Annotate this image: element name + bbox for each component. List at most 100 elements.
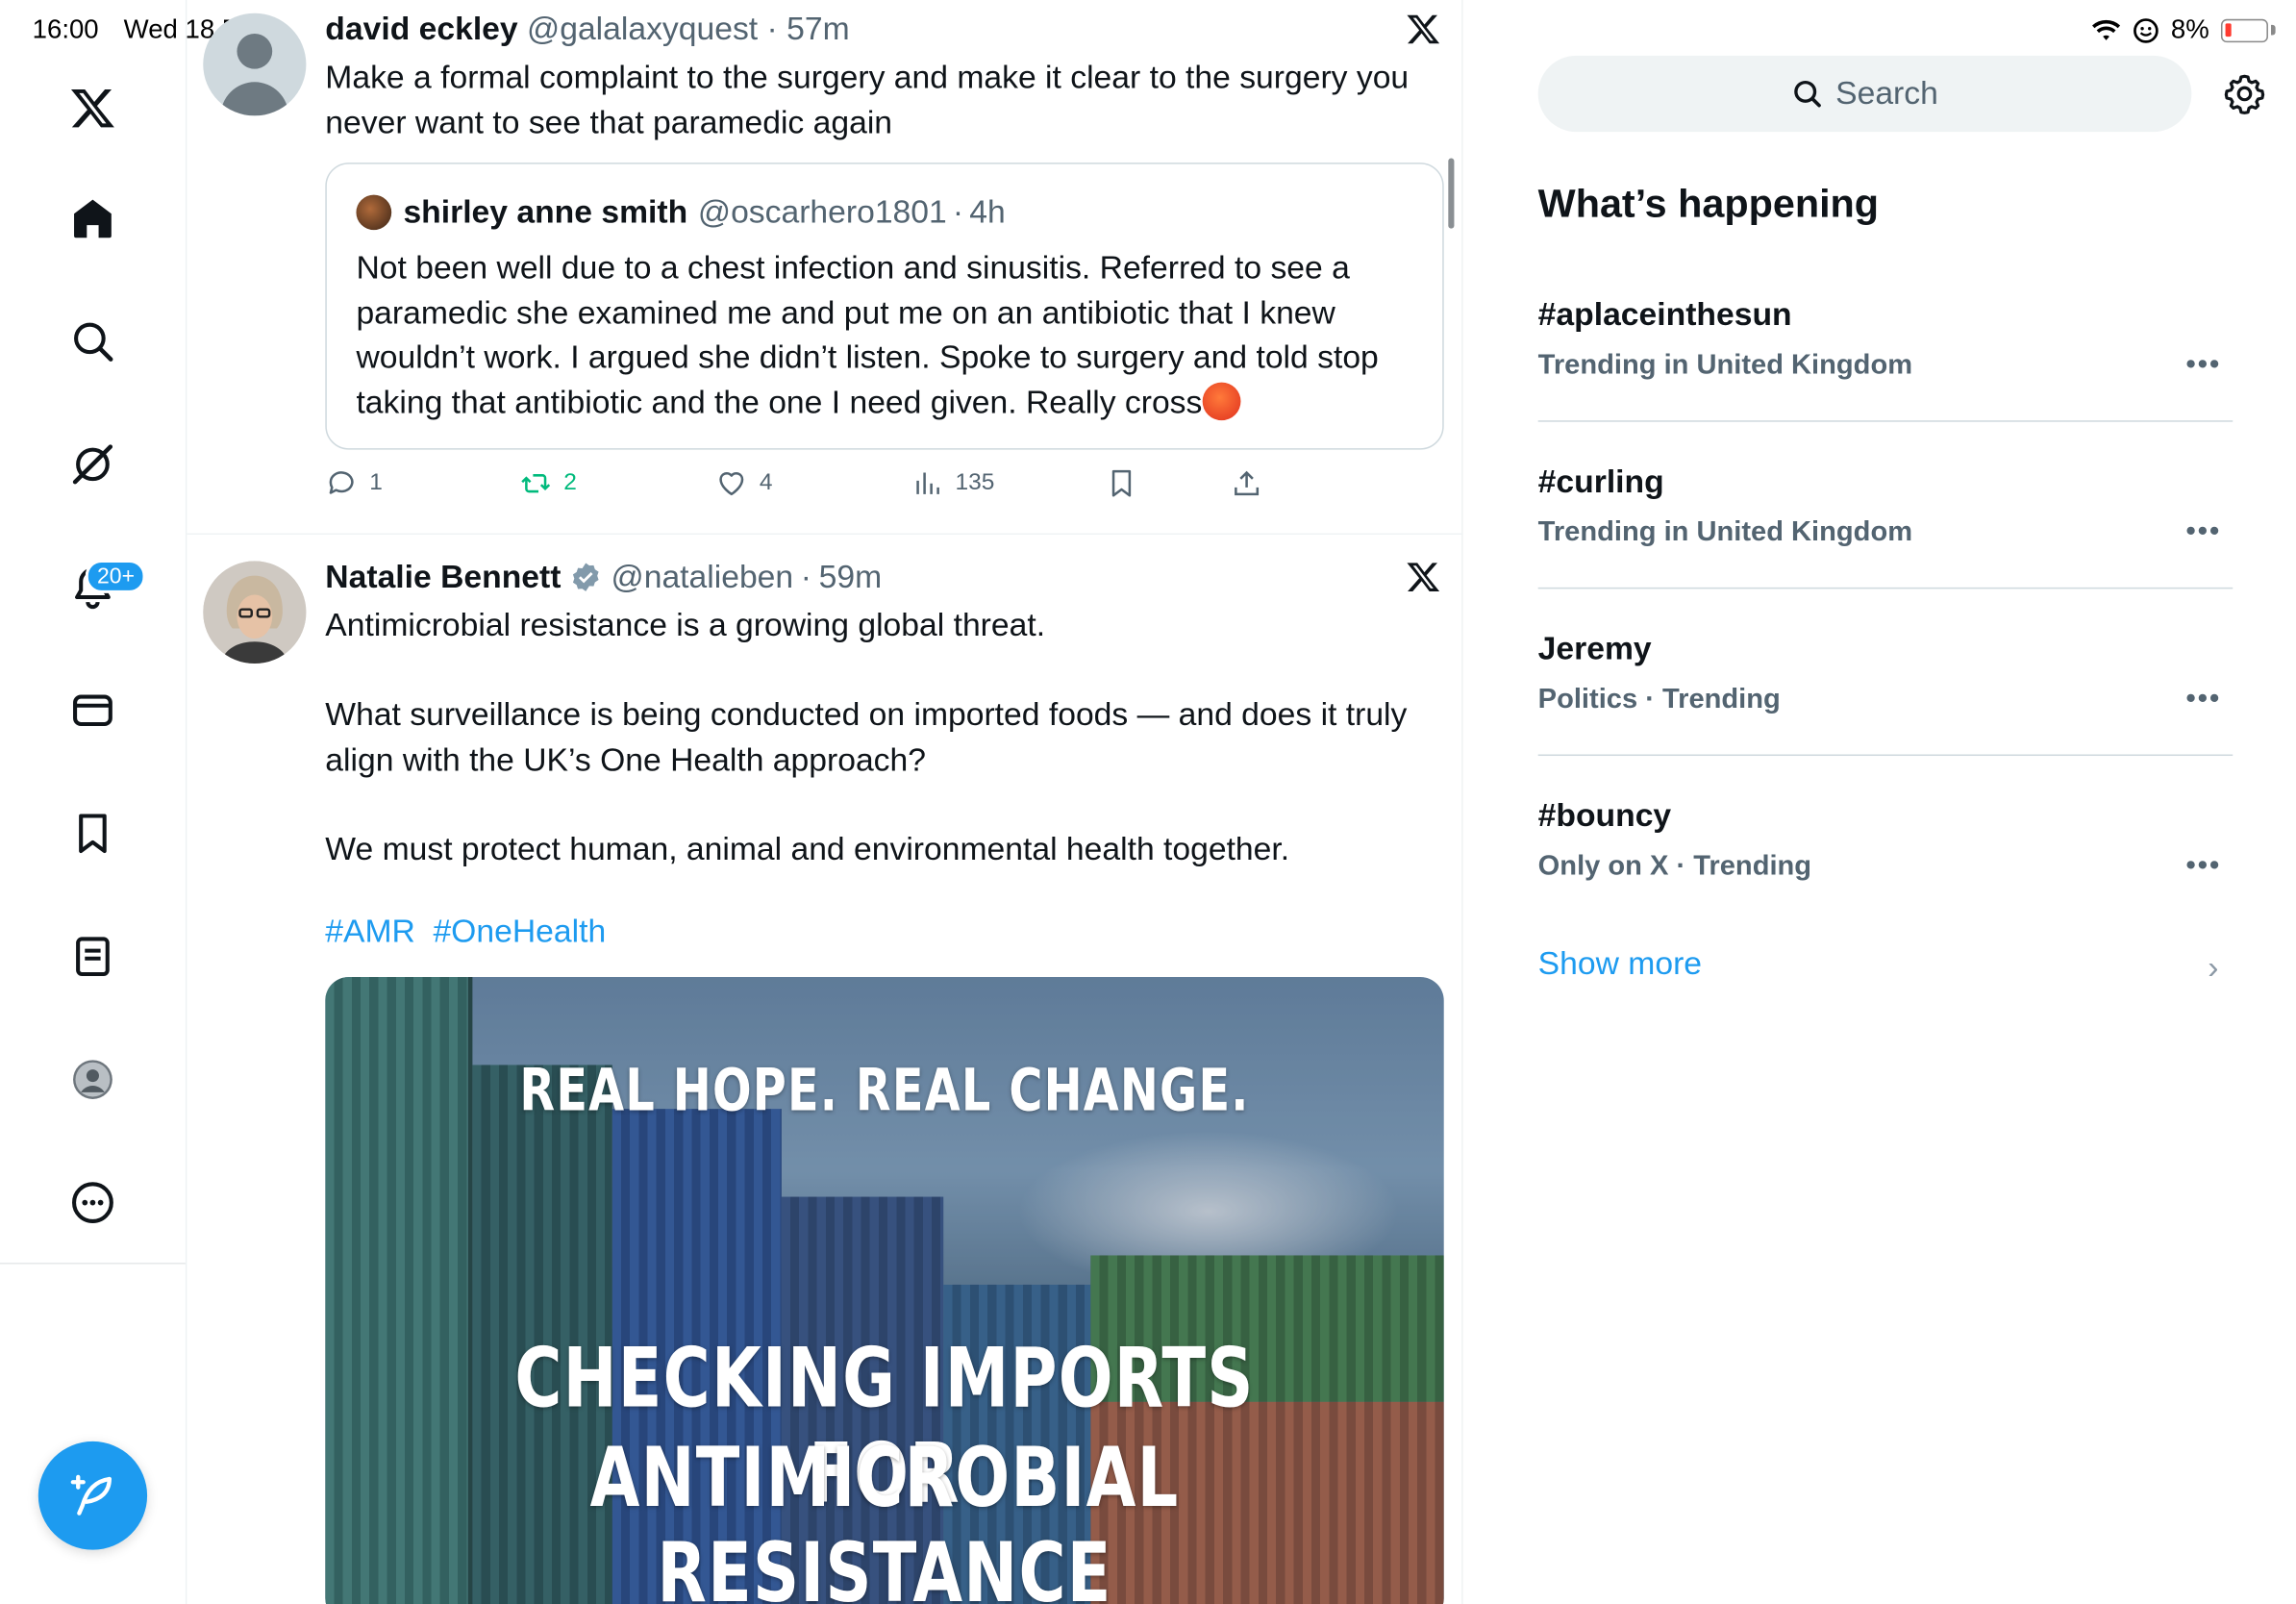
trend-divider bbox=[1537, 754, 2234, 757]
settings-gear-icon[interactable] bbox=[2224, 73, 2265, 114]
tweet-1-text-line: never want to see that paramedic again bbox=[325, 103, 893, 140]
trend-name: #curling bbox=[1537, 463, 1664, 500]
tweet-2-media-image[interactable]: REAL HOPE. REAL CHANGE. CHECKING IMPORTS… bbox=[325, 977, 1444, 1604]
trend-item[interactable]: #curling Trending in United Kingdom ••• bbox=[1538, 448, 2234, 615]
trend-item[interactable]: #aplaceinthesun Trending in United Kingd… bbox=[1538, 281, 2234, 448]
search-input[interactable]: Search bbox=[1537, 55, 2192, 133]
search-icon bbox=[1794, 80, 1822, 108]
home-icon[interactable] bbox=[62, 188, 123, 249]
quoted-text-line: Not been well due to a chest infection a… bbox=[356, 248, 1350, 287]
quoted-separator: · bbox=[952, 193, 964, 231]
trend-more-options-icon[interactable]: ••• bbox=[2185, 515, 2221, 549]
messages-icon[interactable] bbox=[62, 680, 123, 741]
app-window: 16:00 Wed 18 Feb 8% 20+ david eckley @ga… bbox=[0, 0, 2296, 1604]
tweet-2-text-line: What surveillance is being conducted on … bbox=[325, 695, 1408, 733]
repost-count: 2 bbox=[563, 469, 577, 495]
share-icon bbox=[1235, 470, 1260, 496]
compose-feather-icon bbox=[70, 1474, 112, 1516]
like-count: 4 bbox=[759, 469, 773, 495]
trend-more-options-icon[interactable]: ••• bbox=[2185, 349, 2221, 383]
like-button[interactable]: 4 bbox=[715, 467, 773, 500]
quoted-time: 4h bbox=[969, 193, 1006, 231]
quoted-text-line: wouldn’t work. I argued she didn’t liste… bbox=[356, 338, 1379, 375]
trend-context: Trending in United Kingdom bbox=[1537, 350, 1913, 382]
views-chart-icon bbox=[916, 472, 939, 494]
trend-divider bbox=[1537, 587, 2234, 589]
tweet-1-actions: 1 2 4 135 bbox=[325, 467, 1282, 509]
trend-name: Jeremy bbox=[1537, 630, 1652, 667]
show-more-link[interactable]: Show more bbox=[1538, 945, 1702, 984]
tweet-1-text-line: Make a formal complaint to the surgery a… bbox=[325, 58, 1410, 96]
tweet-2-handle[interactable]: @natalieben bbox=[611, 558, 794, 596]
quoted-author-handle: @oscarhero1801 bbox=[697, 193, 947, 231]
tweet-2-text-line: We must protect human, animal and enviro… bbox=[325, 829, 1290, 867]
search-icon[interactable] bbox=[62, 311, 123, 372]
trend-context: Politics · Trending bbox=[1537, 684, 1781, 715]
tweet-1-x-icon bbox=[1407, 14, 1440, 44]
quoted-text-line: taking that antibiotic and the one I nee… bbox=[356, 383, 1203, 420]
trend-context: Only on X · Trending bbox=[1537, 851, 1812, 883]
tweet-2-text: Antimicrobial resistance is a growing gl… bbox=[325, 604, 1407, 872]
tweet-2-text-line: Antimicrobial resistance is a growing gl… bbox=[325, 606, 1046, 643]
trend-item[interactable]: Jeremy Politics · Trending ••• bbox=[1538, 615, 2234, 783]
reply-icon bbox=[329, 471, 354, 494]
tweet-2-author-name[interactable]: Natalie Bennett bbox=[325, 558, 561, 596]
share-button[interactable] bbox=[1231, 467, 1263, 500]
trend-more-options-icon[interactable]: ••• bbox=[2185, 850, 2221, 884]
sidebar: 20+ bbox=[0, 0, 187, 1604]
bookmark-button[interactable] bbox=[1106, 467, 1138, 500]
tweet-2-hashtags: #AMR #OneHealth bbox=[325, 913, 614, 951]
chevron-right-icon: › bbox=[2208, 949, 2219, 987]
quoted-tweet-header: shirley anne smith @oscarhero1801 · 4h bbox=[356, 193, 1006, 232]
tweet-1-time[interactable]: 57m bbox=[786, 11, 850, 47]
trend-context: Trending in United Kingdom bbox=[1537, 516, 1913, 548]
tweet-2-avatar[interactable] bbox=[203, 561, 307, 664]
hashtag-link[interactable]: #OneHealth bbox=[433, 913, 606, 949]
quoted-text-line: paramedic she examined me and put me on … bbox=[356, 293, 1335, 331]
trend-item[interactable]: #bouncy Only on X · Trending ••• bbox=[1538, 782, 2234, 949]
more-options-icon[interactable] bbox=[62, 1172, 123, 1234]
tweet-1-author-name[interactable]: david eckley bbox=[325, 11, 517, 47]
tweet-1-handle[interactable]: @galalaxyquest bbox=[527, 11, 758, 47]
timeline-scrollbar[interactable] bbox=[1448, 158, 1455, 229]
tweet-1-separator: · bbox=[766, 10, 778, 47]
bookmark-icon bbox=[1111, 469, 1132, 497]
media-headline-top: REAL HOPE. REAL CHANGE. bbox=[519, 1057, 1250, 1125]
reply-button[interactable]: 1 bbox=[325, 467, 383, 500]
tweet-2-header: Natalie Bennett @natalieben · 59m bbox=[325, 558, 882, 596]
quoted-tweet-card[interactable]: shirley anne smith @oscarhero1801 · 4h N… bbox=[325, 163, 1444, 450]
trend-name: #aplaceinthesun bbox=[1537, 295, 1792, 333]
bookmarks-icon[interactable] bbox=[62, 803, 123, 865]
tweet-1-avatar[interactable] bbox=[203, 13, 307, 116]
compose-post-button[interactable] bbox=[37, 1441, 148, 1550]
verified-badge-icon bbox=[573, 563, 599, 591]
tweet-divider bbox=[187, 533, 1463, 536]
tweet-2-separator: · bbox=[800, 558, 812, 595]
tweet-1-header: david eckley @galalaxyquest · 57m bbox=[325, 11, 849, 49]
views-count: 135 bbox=[955, 469, 995, 495]
tweet-2-x-icon bbox=[1407, 563, 1440, 591]
hashtag-link[interactable]: #AMR bbox=[325, 913, 415, 949]
trend-more-options-icon[interactable]: ••• bbox=[2185, 683, 2221, 716]
angry-face-emoji-icon bbox=[1202, 381, 1241, 420]
heart-icon bbox=[719, 472, 744, 496]
sidebar-divider bbox=[0, 1263, 186, 1265]
grok-icon[interactable] bbox=[62, 434, 123, 495]
reply-count: 1 bbox=[369, 469, 383, 495]
lists-icon[interactable] bbox=[62, 926, 123, 988]
quoted-tweet-text: Not been well due to a chest infection a… bbox=[356, 246, 1423, 425]
tweet-1-text: Make a formal complaint to the surgery a… bbox=[325, 56, 1409, 145]
quoted-author-avatar bbox=[356, 194, 392, 231]
views-button[interactable]: 135 bbox=[911, 467, 995, 500]
profile-avatar-icon[interactable] bbox=[62, 1049, 123, 1111]
search-placeholder: Search bbox=[1835, 74, 1938, 112]
tweet-2-time[interactable]: 59m bbox=[819, 558, 883, 596]
repost-button[interactable]: 2 bbox=[519, 467, 577, 500]
trend-name: #bouncy bbox=[1537, 796, 1672, 834]
quoted-author-name: shirley anne smith bbox=[403, 193, 688, 231]
whats-happening-title: What’s happening bbox=[1537, 181, 1880, 226]
x-logo-icon[interactable] bbox=[62, 78, 123, 139]
repost-icon bbox=[521, 474, 551, 493]
media-headline-line2: ANTIMICROBIAL RESISTANCE bbox=[589, 1431, 1180, 1604]
trend-divider bbox=[1537, 420, 2234, 422]
